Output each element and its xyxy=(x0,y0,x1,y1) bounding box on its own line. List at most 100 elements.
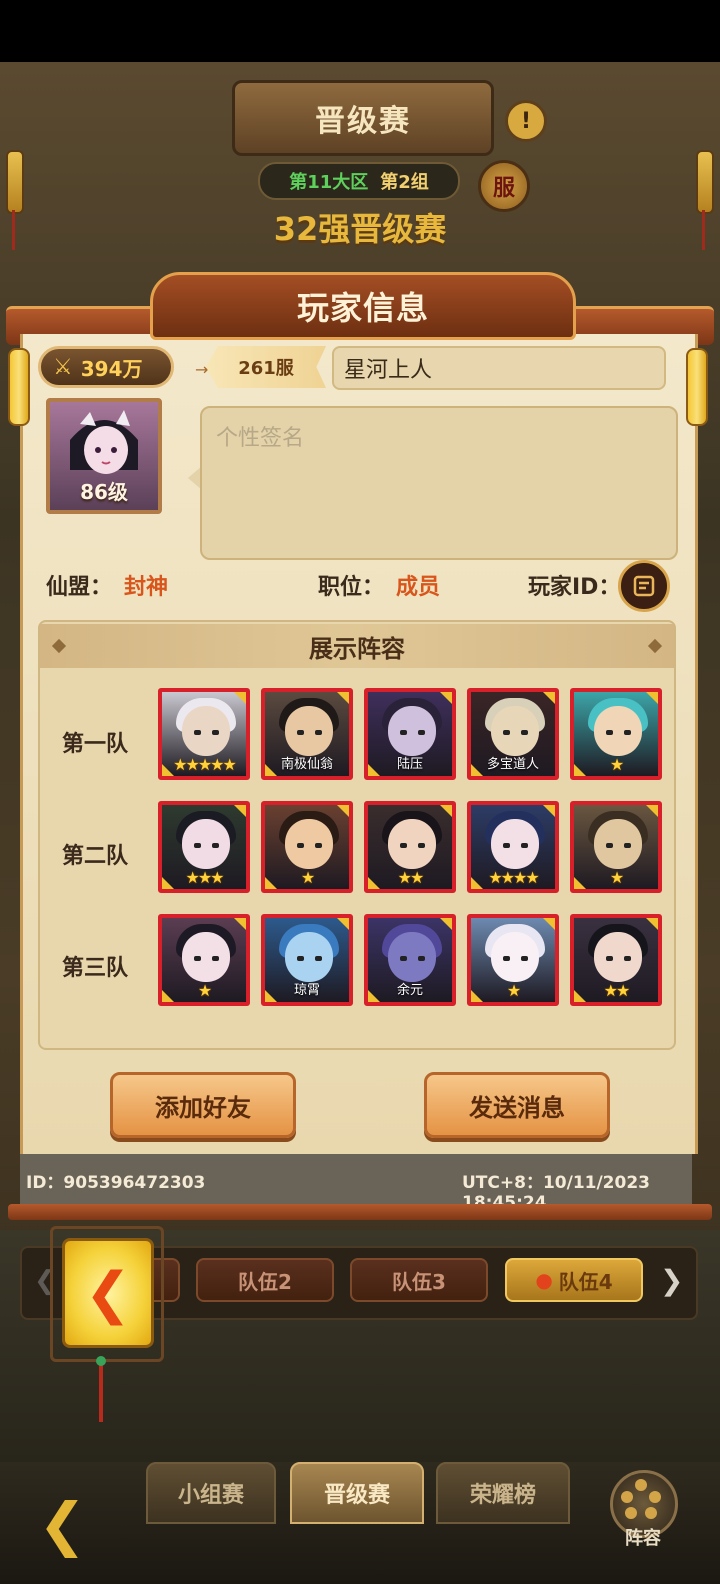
signature-field: 个性签名 xyxy=(200,406,678,560)
modal-lamp-left xyxy=(8,348,30,426)
hero-corner-mark xyxy=(440,918,452,930)
home-arrow-icon[interactable]: ❮ xyxy=(38,1490,87,1558)
team-tab-4[interactable]: ● 队伍4 xyxy=(505,1258,643,1302)
modal-bottom-rail xyxy=(8,1204,712,1220)
hero-eye xyxy=(606,956,613,961)
hero-eye xyxy=(297,956,304,961)
hero-card[interactable]: 多宝道人 xyxy=(467,688,559,780)
hero-eye xyxy=(315,843,322,848)
lantern-cord-left xyxy=(12,210,15,250)
hero-eye xyxy=(418,843,425,848)
hero-card[interactable]: ★ xyxy=(570,801,662,893)
hero-corner-mark xyxy=(440,805,452,817)
hero-eye xyxy=(606,730,613,735)
zone-label: 第11大区 xyxy=(289,172,369,193)
hero-face xyxy=(388,706,436,756)
hero-stars: ★ xyxy=(609,755,624,774)
hero-stars: ★ xyxy=(197,981,212,1000)
lineup-header: 展示阵容 xyxy=(40,624,674,668)
avatar-portrait xyxy=(70,410,138,474)
back-arrow-icon[interactable]: ❮ xyxy=(62,1238,154,1348)
hero-card[interactable]: ★ xyxy=(261,801,353,893)
hero-face xyxy=(388,932,436,982)
diamond-right-icon xyxy=(647,638,663,654)
hero-stars: ★ xyxy=(609,868,624,887)
hero-eye xyxy=(503,730,510,735)
hero-corner-mark xyxy=(337,692,349,704)
send-message-button[interactable]: 发送消息 xyxy=(424,1072,610,1138)
hero-card[interactable]: ★★ xyxy=(570,914,662,1006)
hero-name: 多宝道人 xyxy=(486,757,539,772)
location-pin-icon: ● xyxy=(535,1268,553,1292)
player-card-icon[interactable] xyxy=(618,560,670,612)
hero-eye xyxy=(606,843,613,848)
server-tag: 261服 xyxy=(206,346,326,388)
clan-value: 封神 xyxy=(124,575,169,600)
hero-name: 琼霄 xyxy=(293,983,320,998)
chevron-right-icon[interactable]: ❯ xyxy=(660,1264,683,1297)
hero-face xyxy=(594,932,642,982)
modal-lamp-right xyxy=(686,348,708,426)
team-tab-3[interactable]: 队伍3 xyxy=(350,1258,488,1302)
hero-face xyxy=(594,819,642,869)
hero-card[interactable]: ★ xyxy=(467,914,559,1006)
hero-card[interactable]: 南极仙翁 xyxy=(261,688,353,780)
hero-corner-mark xyxy=(337,805,349,817)
add-friend-button[interactable]: 添加好友 xyxy=(110,1072,296,1138)
hero-card[interactable]: ★★★★ xyxy=(467,801,559,893)
hero-eye xyxy=(297,730,304,735)
hero-card[interactable]: ★★★ xyxy=(158,801,250,893)
hero-face xyxy=(491,819,539,869)
hero-face xyxy=(182,932,230,982)
hero-card[interactable]: ★ xyxy=(158,914,250,1006)
hero-corner-mark xyxy=(646,692,658,704)
hero-eye xyxy=(624,843,631,848)
lantern-left xyxy=(6,150,24,214)
player-card-glyph xyxy=(633,575,655,597)
hero-eye xyxy=(521,956,528,961)
footer-player-id: ID：905396472303 xyxy=(26,1173,206,1193)
tab-group-stage[interactable]: 小组赛 xyxy=(146,1462,276,1524)
hero-face xyxy=(182,706,230,756)
hero-card[interactable]: 陆压 xyxy=(364,688,456,780)
tab-promotion[interactable]: 晋级赛 xyxy=(290,1462,424,1524)
lantern-right xyxy=(696,150,714,214)
lineup-title: 展示阵容 xyxy=(309,634,405,663)
hero-card[interactable]: ★ xyxy=(570,688,662,780)
hero-eye xyxy=(418,956,425,961)
hero-eye xyxy=(315,956,322,961)
hero-card[interactable]: 琼霄 xyxy=(261,914,353,1006)
hero-stars: ★ xyxy=(506,981,521,1000)
hero-stars: ★★★ xyxy=(185,868,224,887)
hero-name: 南极仙翁 xyxy=(280,757,333,772)
hero-card[interactable]: 余元 xyxy=(364,914,456,1006)
page-title: 晋级赛 xyxy=(232,80,494,156)
hero-face xyxy=(594,706,642,756)
hero-corner-mark xyxy=(234,692,246,704)
hero-stars: ★★ xyxy=(603,981,631,1000)
arrow-right-icon: → xyxy=(195,360,209,379)
tassel xyxy=(99,1360,103,1422)
tassel-knot xyxy=(96,1356,106,1366)
team-tab-4-label: 队伍4 xyxy=(558,1269,613,1294)
lineup-button-label: 阵容 xyxy=(625,1528,661,1549)
team-label-2: 第二队 xyxy=(61,844,128,869)
combat-power-badge: ⚔ 394万 xyxy=(38,346,174,388)
tab-honor-list[interactable]: 荣耀榜 xyxy=(436,1462,570,1524)
hero-eye xyxy=(400,843,407,848)
hero-card[interactable]: ★★ xyxy=(364,801,456,893)
hero-eye xyxy=(400,730,407,735)
combat-power-value: 394万 xyxy=(80,356,143,381)
hero-eye xyxy=(521,730,528,735)
hero-name: 余元 xyxy=(396,983,423,998)
team-label-3: 第三队 xyxy=(61,956,128,981)
hero-eye xyxy=(297,843,304,848)
hero-eye xyxy=(315,730,322,735)
modal-title: 玩家信息 xyxy=(150,272,576,340)
player-id-label: 玩家ID： xyxy=(528,575,621,600)
hero-corner-mark xyxy=(234,918,246,930)
hero-card[interactable]: ★★★★★ xyxy=(158,688,250,780)
clan-label: 仙盟： xyxy=(46,575,113,600)
info-icon[interactable]: ! xyxy=(505,100,547,142)
team-tab-2[interactable]: 队伍2 xyxy=(196,1258,334,1302)
